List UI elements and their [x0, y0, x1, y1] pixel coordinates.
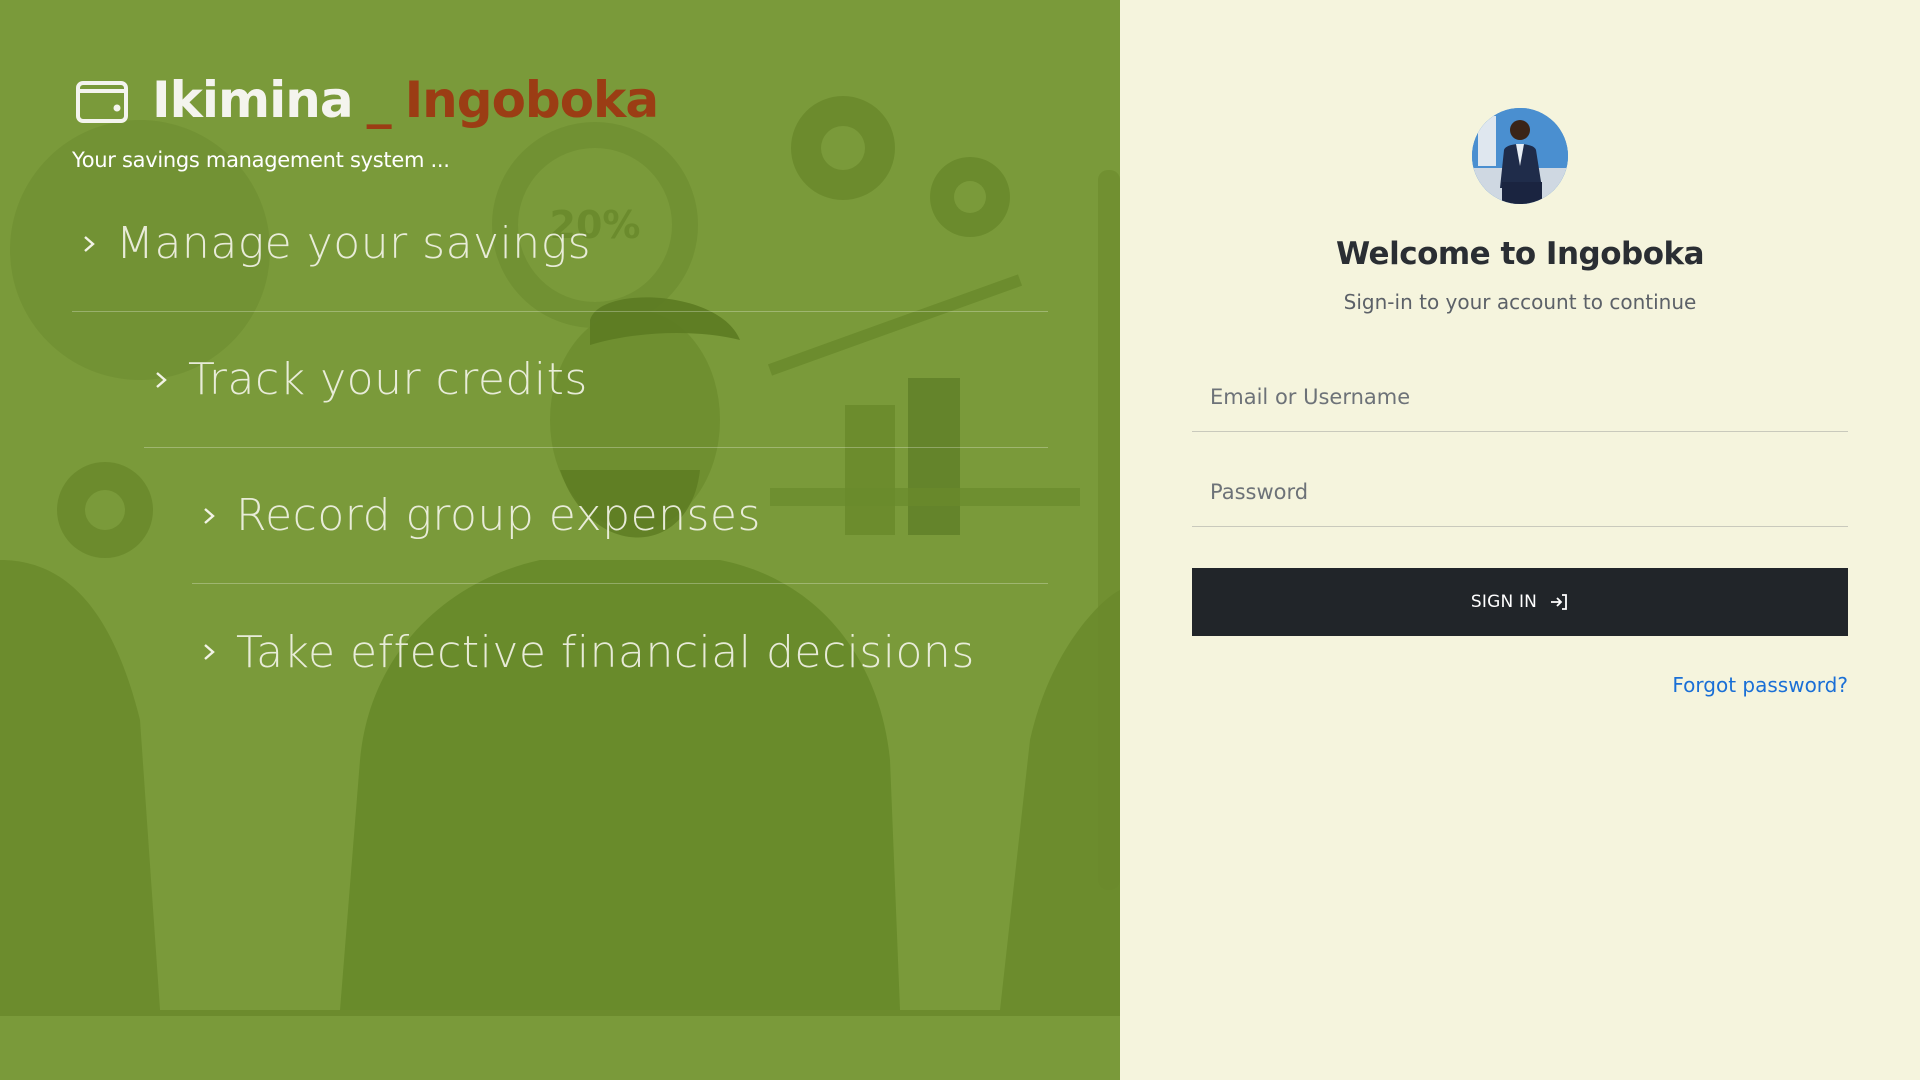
hero-panel: 20% Ikimina _ Ingoboka Your savings mana… — [0, 0, 1120, 1080]
brand-name-primary: Ikimina — [152, 71, 354, 129]
username-input[interactable] — [1192, 362, 1848, 432]
feature-item-savings: Manage your savings — [72, 176, 1048, 312]
login-panel: Welcome to Ingoboka Sign-in to your acco… — [1120, 0, 1920, 1080]
sign-in-icon — [1551, 594, 1568, 610]
feature-item-credits: Track your credits — [144, 312, 1048, 448]
sign-in-label: SIGN IN — [1470, 592, 1538, 612]
password-input[interactable] — [1192, 457, 1848, 527]
chevron-right-icon — [204, 644, 215, 660]
feature-label: Take effective financial decisions — [236, 626, 975, 678]
feature-label: Track your credits — [188, 354, 588, 405]
chevron-right-icon — [204, 507, 215, 524]
sign-in-button[interactable]: SIGN IN — [1192, 568, 1848, 636]
avatar-photo — [1472, 108, 1568, 204]
feature-item-expenses: Record group expenses — [192, 448, 1048, 584]
chevron-right-icon — [156, 371, 167, 388]
chevron-right-icon — [84, 235, 95, 252]
feature-label: Manage your savings — [116, 218, 592, 269]
forgot-password-link[interactable]: Forgot password? — [1672, 673, 1848, 697]
login-title: Welcome to Ingoboka — [1335, 236, 1705, 272]
brand-title: Ikimina _ Ingoboka — [152, 70, 659, 130]
wallet-icon — [76, 81, 128, 123]
feature-item-decisions: Take effective financial decisions — [192, 584, 1048, 720]
avatar — [1472, 108, 1568, 204]
brand-header: Ikimina _ Ingoboka — [76, 70, 659, 130]
brand-separator: _ — [366, 71, 392, 129]
login-subtitle: Sign-in to your account to continue — [1343, 290, 1697, 314]
feature-label: Record group expenses — [236, 490, 761, 541]
brand-tagline: Your savings management system ... — [72, 148, 450, 172]
brand-name-secondary: Ingoboka — [404, 71, 659, 129]
